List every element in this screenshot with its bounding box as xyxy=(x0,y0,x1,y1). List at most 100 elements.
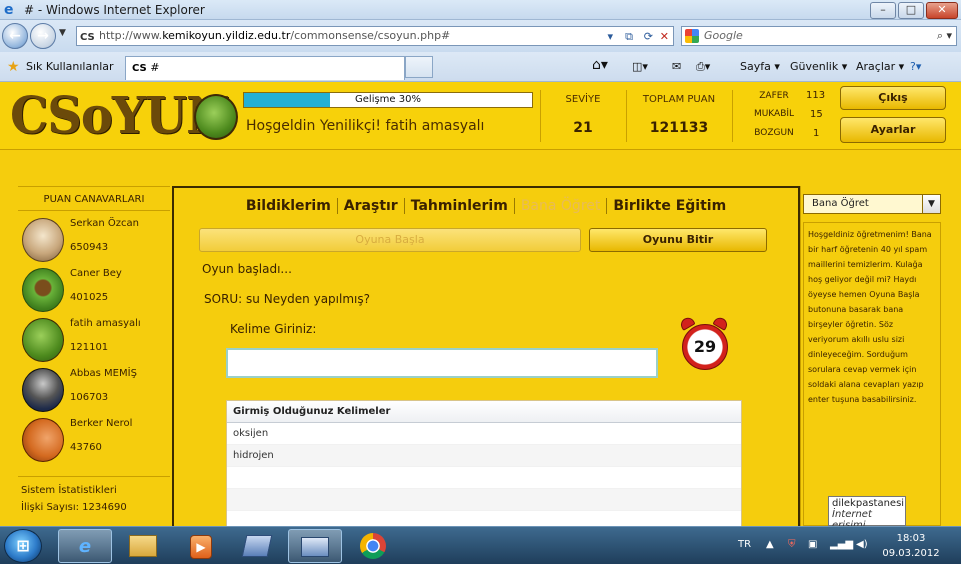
user-points: 650943 xyxy=(70,242,109,253)
leaderboard-user[interactable]: Caner Bey 401025 xyxy=(22,268,172,318)
site-favicon-icon: CS xyxy=(80,32,95,43)
window-titlebar: e # - Windows Internet Explorer – □ ✕ xyxy=(0,0,961,20)
forward-button[interactable]: → xyxy=(30,23,56,49)
elder-avatar-icon xyxy=(22,218,64,262)
taskbar-ie-icon[interactable]: e xyxy=(58,529,112,563)
leaderboard-user[interactable]: Berker Nerol 43760 xyxy=(22,418,172,468)
word-input[interactable] xyxy=(226,348,658,378)
leaderboard-panel: PUAN CANAVARLARI Serkan Özcan 650943 Can… xyxy=(18,186,170,526)
favorites-star-icon[interactable]: ★ xyxy=(7,59,20,75)
draw-value: 15 xyxy=(810,109,823,120)
tab-favicon-icon: CS xyxy=(132,63,147,74)
header-divider xyxy=(540,90,541,142)
mode-select[interactable]: Bana Öğret ▼ xyxy=(803,194,941,214)
header-divider xyxy=(732,90,733,142)
search-icon[interactable]: ⌕ ▾ xyxy=(937,27,952,45)
logout-button[interactable]: Çıkış xyxy=(840,86,946,110)
search-placeholder: Google xyxy=(704,29,743,42)
url-dropdown-icon[interactable]: ▾ xyxy=(607,28,613,46)
safety-menu[interactable]: Güvenlik ▾ xyxy=(790,60,847,73)
start-button[interactable]: ⊞ xyxy=(4,529,42,563)
win-value: 113 xyxy=(806,90,826,101)
network-signal-icon[interactable]: ▂▄▆ xyxy=(830,539,853,550)
table-header: Girmiş Olduğunuz Kelimeler xyxy=(227,401,741,423)
user-points: 121101 xyxy=(70,342,109,353)
tab-arastir[interactable]: Araştır xyxy=(338,198,405,214)
page-menu[interactable]: Sayfa ▾ xyxy=(740,60,780,73)
volume-icon[interactable]: ◀) xyxy=(856,539,868,550)
stop-icon[interactable]: ✕ xyxy=(660,28,669,46)
green-monster-icon xyxy=(22,268,64,312)
tab-bildiklerim[interactable]: Bildiklerim xyxy=(240,198,338,214)
question-text: SORU: su Neyden yapılmış? xyxy=(204,292,370,306)
police-avatar-icon xyxy=(22,368,64,412)
search-input[interactable]: Google ⌕ ▾ xyxy=(681,26,957,46)
browser-tab[interactable]: CS # xyxy=(125,56,405,80)
compat-view-icon[interactable]: ⧉ xyxy=(625,28,633,46)
leaderboard-user[interactable]: Abbas MEMİŞ 106703 xyxy=(22,368,172,418)
loss-label: BOZGUN xyxy=(754,128,794,138)
refresh-icon[interactable]: ⟳ xyxy=(644,28,653,46)
leaderboard-user[interactable]: Serkan Özcan 650943 xyxy=(22,218,172,268)
game-panel: Bildiklerim Araştır Tahminlerim Bana Öğret B… xyxy=(172,186,800,526)
level-value: 21 xyxy=(573,120,593,136)
taskbar-tools-icon[interactable] xyxy=(230,529,284,563)
mail-icon[interactable]: ✉ xyxy=(672,60,681,73)
chevron-down-icon[interactable]: ▼ xyxy=(922,195,940,213)
antivirus-icon[interactable]: ⛨ xyxy=(788,539,796,550)
clock-time: 18:03 xyxy=(896,533,926,544)
leaderboard-user[interactable]: fatih amasyalı 121101 xyxy=(22,318,172,368)
alarm-clock-icon: 29 xyxy=(678,315,730,372)
system-clock[interactable]: 18:03 09.03.2012 xyxy=(876,531,946,561)
taskbar-chrome-icon[interactable] xyxy=(346,529,400,563)
mode-select-value: Bana Öğret xyxy=(812,198,869,209)
table-row xyxy=(227,489,741,511)
close-button[interactable]: ✕ xyxy=(926,2,958,19)
tab-bana-ogret[interactable]: Bana Öğret xyxy=(515,198,608,214)
settings-button[interactable]: Ayarlar xyxy=(840,117,946,143)
user-name: Berker Nerol xyxy=(70,418,133,429)
feeds-icon[interactable]: ◫▾ xyxy=(632,60,648,73)
start-game-button[interactable]: Oyuna Başla xyxy=(199,228,581,252)
back-button[interactable]: ← xyxy=(2,23,28,49)
favorites-button[interactable]: Sık Kullanılanlar xyxy=(26,60,114,73)
tab-tahminlerim[interactable]: Tahminlerim xyxy=(405,198,515,214)
end-game-button[interactable]: Oyunu Bitir xyxy=(589,228,767,252)
device-icon[interactable]: ▣ xyxy=(808,539,817,550)
table-row: hidrojen xyxy=(227,445,741,467)
history-dropdown-icon[interactable]: ▼ xyxy=(59,28,66,38)
zombie-monster-icon xyxy=(22,318,64,362)
tooltip-network-name: dilekpastanesi xyxy=(832,498,905,509)
print-icon[interactable]: ⎙▾ xyxy=(696,60,710,74)
help-panel: Bana Öğret ▼ Hoşgeldiniz öğretmenim! Ban… xyxy=(800,186,942,526)
user-name: Serkan Özcan xyxy=(70,218,139,229)
url-input[interactable]: CS http://www.kemikoyun.yildiz.edu.tr/co… xyxy=(76,26,674,46)
help-icon[interactable]: ?▾ xyxy=(910,60,921,73)
taskbar-remote-desktop-icon[interactable] xyxy=(288,529,342,563)
draw-label: MUKABİL xyxy=(753,109,795,119)
maximize-button[interactable]: □ xyxy=(898,2,924,19)
game-tabs: Bildiklerim Araştır Tahminlerim Bana Öğret B… xyxy=(174,198,798,214)
timer-value: 29 xyxy=(682,324,728,370)
tray-expand-icon[interactable]: ▲ xyxy=(766,539,774,550)
user-name: Abbas MEMİŞ xyxy=(70,368,137,379)
taskbar-media-player-icon[interactable]: ▶ xyxy=(174,529,228,563)
url-prefix: http://www. xyxy=(99,29,163,42)
help-text: Hoşgeldiniz öğretmenim! Bana bir harf öğ… xyxy=(803,222,941,526)
home-icon[interactable]: ⌂▾ xyxy=(592,57,608,73)
language-indicator[interactable]: TR xyxy=(738,539,751,550)
user-points: 106703 xyxy=(70,392,109,403)
welcome-text: Hoşgeldin Yenilikçi! fatih amasyalı xyxy=(246,118,485,134)
tab-birlikte-egitim[interactable]: Birlikte Eğitim xyxy=(607,198,732,214)
taskbar-explorer-icon[interactable] xyxy=(116,529,170,563)
tools-menu[interactable]: Araçlar ▾ xyxy=(856,60,904,73)
user-points: 43760 xyxy=(70,442,102,453)
entered-words-table: Girmiş Olduğunuz Kelimeler oksijen hidro… xyxy=(226,400,742,526)
web-page: CSoYUN Gelişme 30% Hoşgeldin Yenilikçi! … xyxy=(0,82,961,526)
leaderboard-title: PUAN CANAVARLARI xyxy=(18,186,170,211)
progress-label: Gelişme 30% xyxy=(355,94,421,105)
clock-date: 09.03.2012 xyxy=(882,548,940,559)
new-tab-button[interactable] xyxy=(405,56,433,78)
minimize-button[interactable]: – xyxy=(870,2,896,19)
address-toolbar: ← → ▼ CS http://www.kemikoyun.yildiz.edu… xyxy=(0,20,961,52)
